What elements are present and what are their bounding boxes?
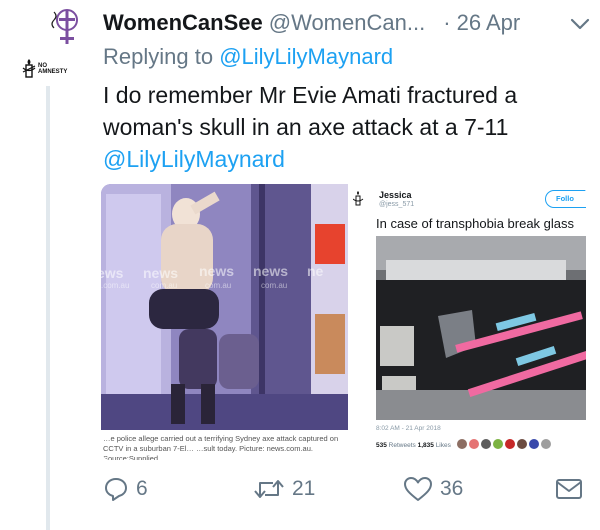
tweet-actions: 6 21 36: [103, 474, 593, 506]
embedded-tweet-timestamp: 8:02 AM - 21 Apr 2018: [376, 425, 441, 432]
axe-display-photo: [376, 236, 586, 420]
envelope-icon: [556, 479, 582, 499]
embedded-tweet-handle: @jess_571: [379, 201, 415, 208]
embedded-likes-count: 1,835: [417, 442, 434, 449]
user-handle[interactable]: @WomenCan...: [269, 10, 425, 36]
svg-text:news: news: [253, 263, 288, 279]
cctv-image: ews news news news ne .com.au com.au com…: [101, 184, 348, 430]
embedded-likers-avatars: [457, 439, 551, 449]
embedded-tweet-name: Jessica: [379, 190, 412, 200]
svg-text:ne: ne: [307, 263, 324, 279]
thread-line: [46, 86, 50, 530]
embedded-retweets-label: Retweets: [388, 442, 416, 449]
reply-button[interactable]: 6: [103, 474, 148, 504]
embedded-retweets-count: 535: [376, 442, 387, 449]
heart-icon: [404, 477, 432, 501]
candle-logo-icon: [353, 191, 364, 206]
direct-message-button[interactable]: [555, 474, 583, 504]
embedded-tweet-screenshot[interactable]: Jessica @jess_571 Follo In case of trans…: [353, 184, 586, 460]
tweet-text: I do remember Mr Evie Amati fractured a …: [103, 79, 593, 175]
cctv-photo[interactable]: ews news news news ne .com.au com.au com…: [101, 184, 348, 460]
tweet-text-body: I do remember Mr Evie Amati fractured a …: [103, 82, 518, 140]
replying-to-label: Replying to: [103, 44, 214, 69]
media-grid: ews news news news ne .com.au com.au com…: [101, 184, 586, 460]
svg-text:news: news: [199, 263, 234, 279]
retweet-button[interactable]: 21: [253, 474, 315, 504]
no-amnesty-text: NO AMNESTY: [38, 63, 68, 75]
reply-mention-link[interactable]: @LilyLilyMaynard: [219, 44, 393, 69]
svg-text:com.au: com.au: [151, 281, 177, 290]
svg-text:.com.au: .com.au: [101, 281, 129, 290]
svg-text:news: news: [143, 265, 178, 281]
reply-count: 6: [136, 477, 148, 500]
tweet-date[interactable]: · 26 Apr: [443, 10, 520, 36]
embedded-tweet-stats: 535 Retweets 1,835 Likes: [376, 442, 451, 449]
svg-text:ews: ews: [101, 265, 124, 281]
embedded-likes-label: Likes: [435, 442, 451, 449]
retweet-count: 21: [292, 477, 316, 500]
venus-symbol-avatar-icon[interactable]: [48, 8, 82, 50]
embedded-tweet-text: In case of transphobia break glass: [376, 216, 575, 231]
display-name[interactable]: WomenCanSee: [103, 10, 263, 36]
retweet-icon: [254, 480, 284, 498]
svg-text:com.au: com.au: [261, 281, 287, 290]
tweet-text-mention-link[interactable]: @LilyLilyMaynard: [103, 146, 285, 172]
reply-icon: [105, 478, 127, 501]
replying-to: Replying to @LilyLilyMaynard: [103, 44, 393, 70]
embedded-follow-button: Follo: [545, 190, 586, 208]
tweet-header: WomenCanSee @WomenCan... · 26 Apr: [103, 8, 593, 38]
like-count: 36: [440, 477, 464, 500]
photo-caption: …e police allege carried out a terrifyin…: [103, 434, 339, 460]
chevron-down-icon[interactable]: [569, 14, 591, 34]
like-button[interactable]: 36: [403, 474, 463, 504]
no-amnesty-avatar[interactable]: NO AMNESTY: [22, 56, 88, 80]
svg-text:com.au: com.au: [205, 281, 231, 290]
